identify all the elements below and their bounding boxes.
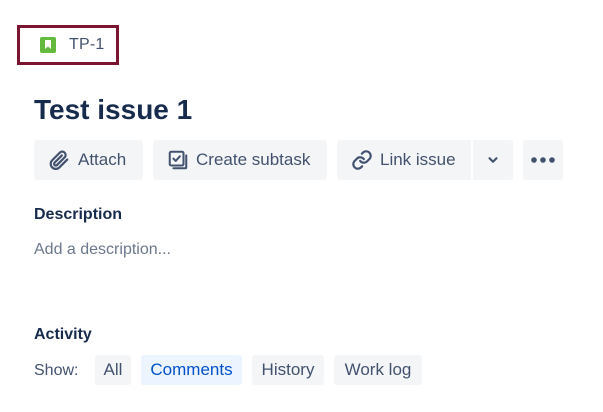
description-heading: Description xyxy=(34,206,123,223)
activity-heading: Activity xyxy=(34,326,92,343)
story-icon xyxy=(40,37,56,53)
issue-key-link[interactable]: TP-1 xyxy=(69,36,104,54)
create-subtask-button[interactable]: Create subtask xyxy=(153,140,327,180)
activity-filter-comments[interactable]: Comments xyxy=(141,355,242,385)
issue-title[interactable]: Test issue 1 xyxy=(34,92,192,128)
attach-button[interactable]: Attach xyxy=(34,140,143,180)
link-issue-button-label: Link issue xyxy=(380,150,456,169)
more-actions-button[interactable] xyxy=(523,140,563,180)
description-editor[interactable]: Add a description... xyxy=(34,241,171,259)
activity-filter-work-log[interactable]: Work log xyxy=(334,355,422,385)
activity-filter-history[interactable]: History xyxy=(252,355,324,385)
link-icon xyxy=(352,150,372,170)
more-horizontal-icon xyxy=(531,157,555,163)
link-issue-dropdown-button[interactable] xyxy=(473,140,513,180)
attach-button-label: Attach xyxy=(78,150,127,169)
create-subtask-button-label: Create subtask xyxy=(196,150,311,169)
link-issue-button[interactable]: Link issue xyxy=(337,140,471,180)
activity-filter-all[interactable]: All xyxy=(95,355,131,385)
activity-show-label: Show: xyxy=(34,362,79,379)
paperclip-icon xyxy=(49,150,69,170)
chevron-down-icon xyxy=(488,157,498,163)
subtask-icon xyxy=(168,150,188,170)
issue-key-breadcrumb: TP-1 xyxy=(17,25,119,65)
